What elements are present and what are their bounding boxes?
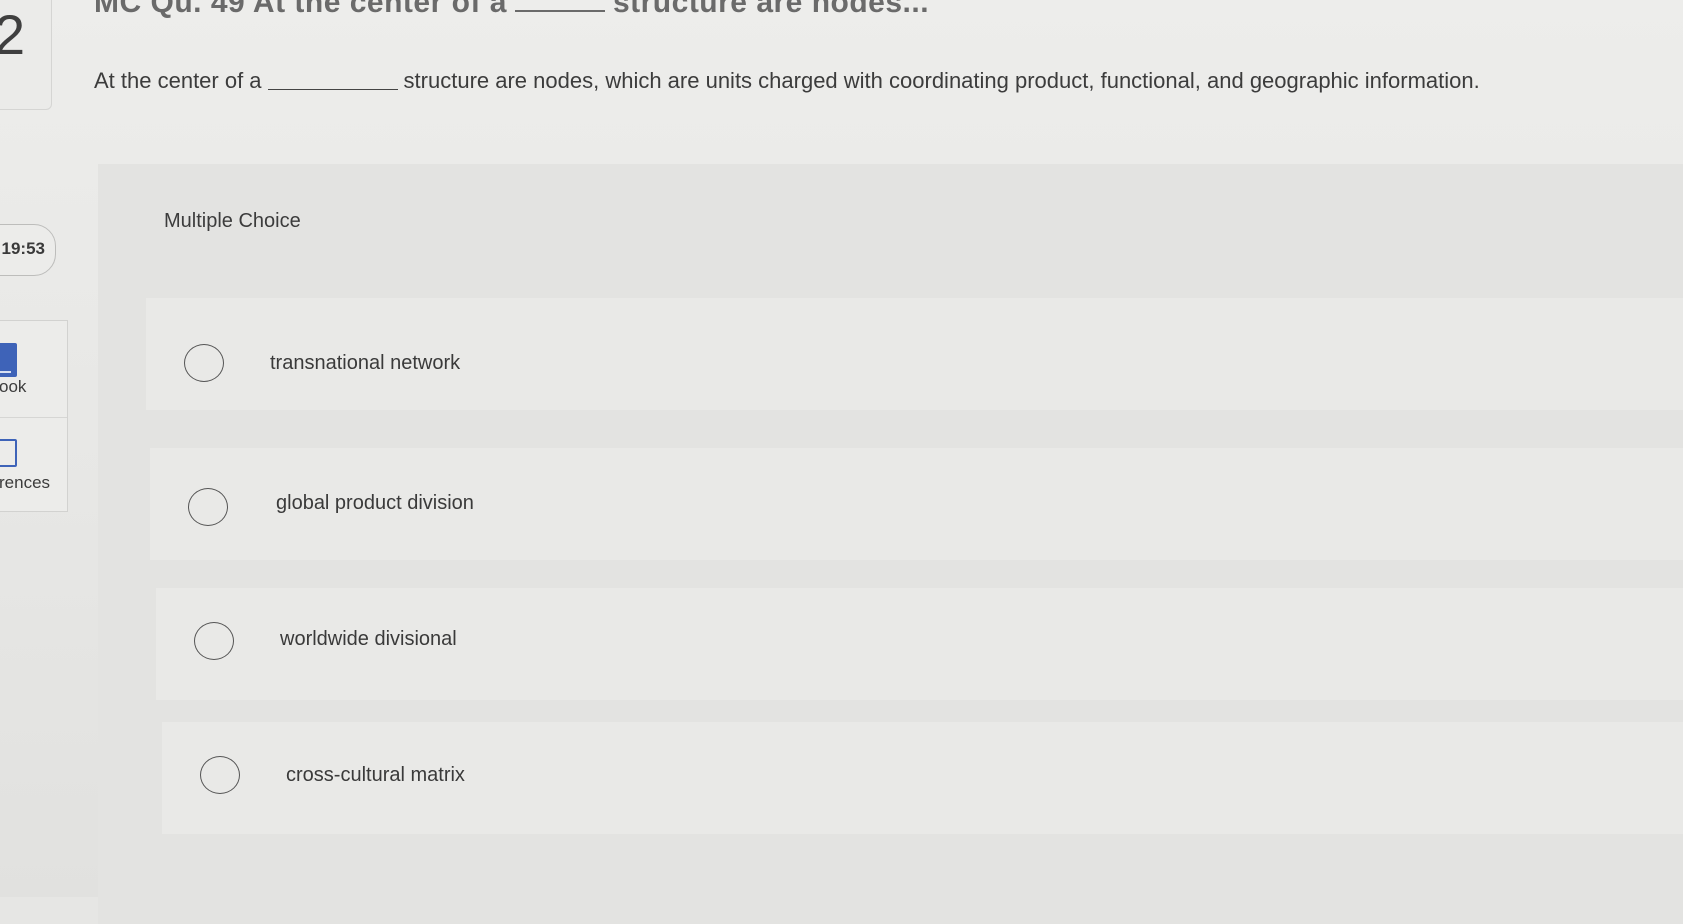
choice-radio-1[interactable]: [184, 344, 224, 382]
ebook-tool-button[interactable]: ook: [0, 321, 67, 418]
question-number: 2: [0, 3, 26, 66]
question-header-tail: structure are nodes...: [612, 0, 930, 19]
choice-label-3[interactable]: worldwide divisional: [280, 628, 457, 651]
timer-pill[interactable]: :19:53: [0, 224, 56, 276]
timer-value: :19:53: [0, 239, 45, 258]
book-icon: [0, 343, 17, 377]
choice-option-3[interactable]: worldwide divisional: [156, 588, 1683, 700]
choice-label-4[interactable]: cross-cultural matrix: [286, 764, 465, 787]
choice-label-1[interactable]: transnational network: [270, 352, 460, 375]
prompt-blank: [267, 89, 398, 90]
question-header: MC Qu. 49 At the center of a structure ar…: [94, 0, 929, 20]
choice-radio-3[interactable]: [194, 622, 234, 660]
prompt-text-after: structure are nodes, which are units cha…: [403, 68, 1480, 93]
question-header-text: MC Qu. 49 At the center of a: [94, 0, 507, 19]
header-blank: [514, 10, 605, 12]
choice-radio-2[interactable]: [188, 488, 228, 526]
question-prompt: At the center of a structure are nodes, w…: [94, 68, 1480, 94]
choice-option-1[interactable]: transnational network: [146, 298, 1683, 410]
references-tool-button[interactable]: rences: [0, 417, 67, 513]
references-icon: [0, 439, 17, 467]
choice-label-2[interactable]: global product division: [276, 492, 474, 515]
references-tool-label: rences: [0, 473, 51, 492]
side-tools-panel: ook rences: [0, 320, 68, 512]
quiz-page: MC Qu. 49 At the center of a structure ar…: [0, 0, 1683, 924]
choice-option-2[interactable]: global product division: [150, 448, 1683, 560]
prompt-text-before: At the center of a: [94, 68, 262, 93]
choice-radio-4[interactable]: [200, 756, 240, 794]
ebook-tool-label: ook: [0, 377, 27, 396]
multiple-choice-title: Multiple Choice: [164, 210, 301, 232]
choice-option-4[interactable]: cross-cultural matrix: [162, 722, 1683, 834]
